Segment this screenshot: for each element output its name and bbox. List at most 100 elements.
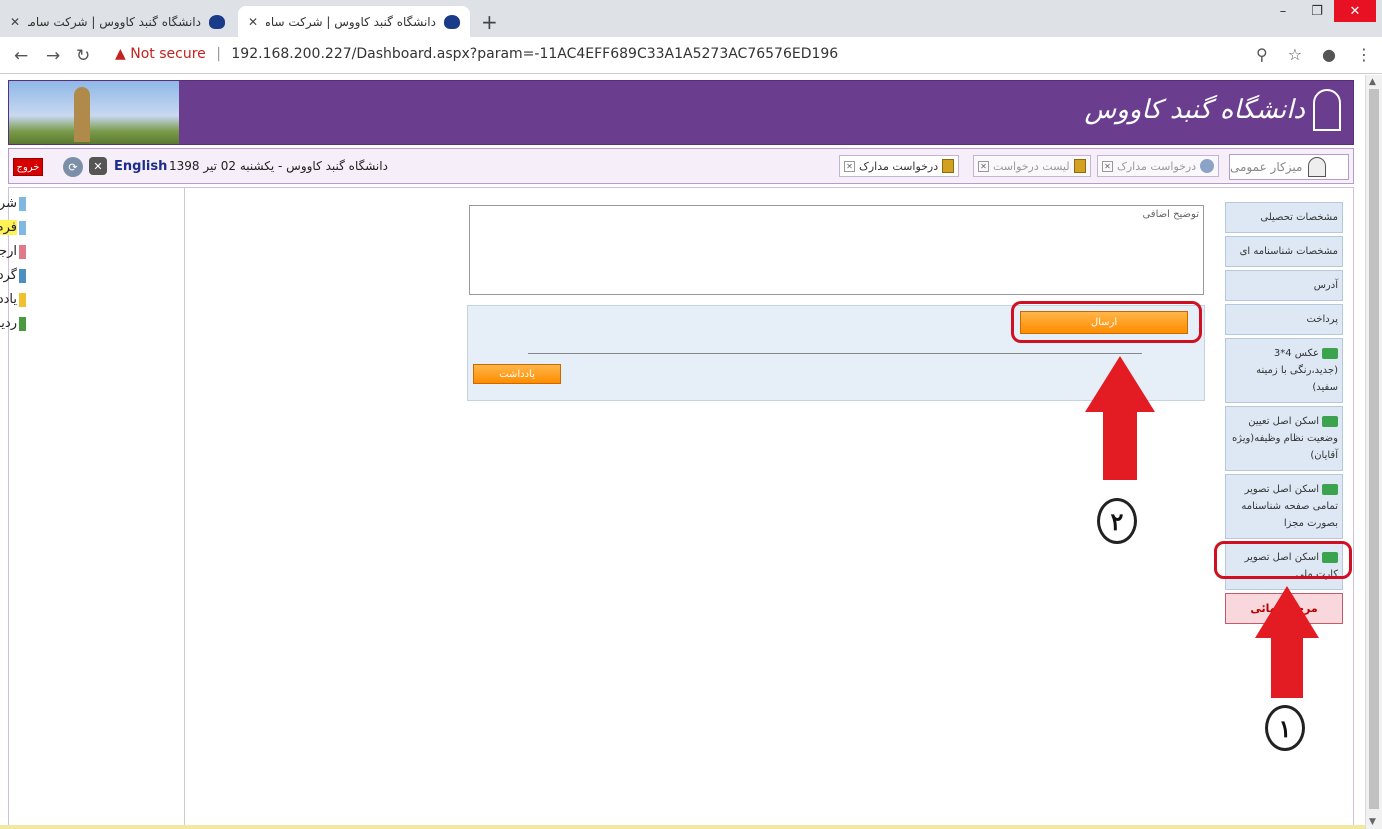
address-bar: ← → ↻ ▲ Not secure | 192.168.200.227/Das… xyxy=(0,37,1382,74)
left-item-notes[interactable]: یادداشت xyxy=(0,292,26,307)
tab-title: دانشگاه گنبد کاووس | شرکت سامان xyxy=(266,14,436,29)
arrow-up-icon xyxy=(1085,356,1155,480)
note-icon xyxy=(19,292,26,307)
profile-icon[interactable]: ● xyxy=(1322,45,1336,64)
highlight-ring-send xyxy=(1011,301,1202,343)
favicon-icon xyxy=(209,14,225,29)
not-secure-label: Not secure xyxy=(130,46,206,62)
left-item-letter-description[interactable]: شرح نامه xyxy=(0,196,26,211)
menu-item-military-scan[interactable]: اسکن اصل تعیین وضعیت نظام وظیفه(ویژه آقا… xyxy=(1225,406,1343,471)
document-icon xyxy=(1073,159,1086,173)
date-text: دانشگاه گنبد کاووس - یکشنبه 02 تیر 1398 xyxy=(169,159,388,173)
scroll-down-icon[interactable]: ▼ xyxy=(1369,817,1376,827)
home-emblem-icon xyxy=(1308,157,1327,177)
left-item-workflow[interactable]: گردش کار xyxy=(0,268,26,283)
app-toolbar: خروج ⟳ ✕ English دانشگاه گنبد کاووس - یک… xyxy=(8,148,1354,184)
referral-icon xyxy=(19,244,26,259)
description-textarea[interactable]: توضیح اضافی xyxy=(469,205,1204,295)
menu-dots-icon[interactable]: ⋮ xyxy=(1356,45,1372,64)
step-number-badge: ۱ xyxy=(1265,705,1305,751)
restore-icon[interactable]: ❐ xyxy=(1300,0,1334,22)
left-item-label: شرح نامه xyxy=(0,196,17,211)
status-strip xyxy=(0,825,1365,829)
browser-tab[interactable]: دانشگاه گنبد کاووس | شرکت سامان ✕ xyxy=(0,6,235,37)
url-text: 192.168.200.227/Dashboard.aspx?param=-11… xyxy=(231,46,839,62)
step-number-badge: ۲ xyxy=(1097,498,1137,544)
divider xyxy=(528,353,1142,354)
menu-item-label: مشخصات شناسنامه ای xyxy=(1239,246,1338,257)
logo-text: دانشگاه گنبد کاووس xyxy=(1084,95,1305,125)
left-item-label: گردش کار xyxy=(0,268,17,283)
left-item-attached-form[interactable]: فرم الصاقي xyxy=(0,220,26,235)
menu-item-photo[interactable]: عکس 4*3 (جدید،رنگی با زمینه سفید) xyxy=(1225,338,1343,403)
exit-button[interactable]: خروج xyxy=(13,158,43,176)
menu-item-identity[interactable]: مشخصات شناسنامه ای xyxy=(1225,236,1343,267)
browser-actions: ⚲ ☆ ● ⋮ xyxy=(1256,45,1372,64)
letter-icon xyxy=(19,196,26,211)
tab-home-desk[interactable]: میزکار عمومی xyxy=(1229,154,1349,180)
content-frame: شرح نامه فرم الصاقي ارجاع ها گردش کار یا… xyxy=(0,187,1354,829)
tab-label: درخواست مدارک xyxy=(859,159,939,173)
window-close-icon[interactable]: ✕ xyxy=(1334,0,1376,22)
menu-item-birth-cert-scan[interactable]: اسکن اصل تصویر تمامی صفحه شناسنامه بصورت… xyxy=(1225,474,1343,539)
tab-label: لیست درخواست xyxy=(993,159,1070,173)
new-tab-button[interactable]: + xyxy=(481,10,498,34)
reload-icon[interactable]: ↻ xyxy=(76,46,90,66)
menu-item-address[interactable]: آدرس xyxy=(1225,270,1343,301)
tab-request-documents[interactable]: درخواست مدارک ✕ xyxy=(1097,155,1220,177)
left-item-label: ارجاع ها xyxy=(0,244,17,259)
close-icon[interactable]: ✕ xyxy=(978,160,989,172)
left-item-referrals[interactable]: ارجاع ها xyxy=(0,244,26,259)
url-field[interactable]: ▲ Not secure | 192.168.200.227/Dashboard… xyxy=(115,46,838,62)
tower-image xyxy=(74,87,90,142)
document-icon xyxy=(942,159,955,173)
close-all-icon[interactable]: ✕ xyxy=(89,157,107,175)
close-icon[interactable]: ✕ xyxy=(1102,160,1113,172)
warning-icon: ▲ xyxy=(115,46,126,62)
note-button[interactable]: یادداشت xyxy=(473,364,561,384)
workflow-icon xyxy=(19,268,26,283)
scroll-up-icon[interactable]: ▲ xyxy=(1369,77,1376,87)
forward-icon[interactable]: → xyxy=(46,46,60,66)
arrow-up-icon xyxy=(1255,586,1319,698)
form-icon xyxy=(19,220,26,235)
menu-item-label: پرداخت xyxy=(1306,314,1338,325)
tracking-icon xyxy=(19,316,26,331)
left-item-tracking[interactable]: ردیابی xyxy=(0,316,26,331)
tab-label: درخواست مدارک xyxy=(1117,159,1197,173)
minimize-icon[interactable]: – xyxy=(1266,0,1300,22)
menu-item-label: آدرس xyxy=(1313,280,1338,291)
back-icon[interactable]: ← xyxy=(14,46,28,66)
request-icon xyxy=(1200,159,1215,173)
left-item-label: ردیابی xyxy=(0,316,17,331)
emblem-icon xyxy=(1313,89,1341,131)
browser-tab-active[interactable]: دانشگاه گنبد کاووس | شرکت سامان ✕ xyxy=(238,6,470,37)
tab-request-list[interactable]: لیست درخواست ✕ xyxy=(973,155,1091,177)
refresh-icon[interactable]: ⟳ xyxy=(63,157,83,177)
close-tab-icon[interactable]: ✕ xyxy=(10,15,20,29)
browser-tab-strip: دانشگاه گنبد کاووس | شرکت سامان ✕ دانشگا… xyxy=(0,0,1382,37)
zoom-icon[interactable]: ⚲ xyxy=(1256,45,1268,64)
close-tab-icon[interactable]: ✕ xyxy=(248,15,258,29)
english-link[interactable]: English xyxy=(114,159,167,174)
left-item-label: فرم الصاقي xyxy=(0,220,17,235)
highlight-ring-final-step xyxy=(1214,541,1352,579)
university-logo: دانشگاه گنبد کاووس xyxy=(1084,89,1341,131)
menu-item-payment[interactable]: پرداخت xyxy=(1225,304,1343,335)
scroll-thumb[interactable] xyxy=(1369,89,1379,809)
left-panel: شرح نامه فرم الصاقي ارجاع ها گردش کار یا… xyxy=(0,188,185,828)
bookmark-star-icon[interactable]: ☆ xyxy=(1288,45,1302,64)
banner-photo xyxy=(9,81,179,144)
printer-icon xyxy=(1322,483,1338,495)
vertical-scrollbar[interactable]: ▲ ▼ xyxy=(1365,75,1382,829)
menu-item-education[interactable]: مشخصات تحصیلی xyxy=(1225,202,1343,233)
menu-item-label: مشخصات تحصیلی xyxy=(1260,212,1338,223)
favicon-icon xyxy=(444,14,460,29)
tab-request-documents-active[interactable]: درخواست مدارک ✕ xyxy=(839,155,960,177)
printer-icon xyxy=(1322,415,1338,427)
close-icon[interactable]: ✕ xyxy=(844,160,855,172)
page-viewport: دانشگاه گنبد کاووس خروج ⟳ ✕ English دانش… xyxy=(0,75,1382,829)
tab-label: میزکار عمومی xyxy=(1230,160,1303,174)
tab-title: دانشگاه گنبد کاووس | شرکت سامان xyxy=(28,14,201,29)
window-controls: – ❐ ✕ xyxy=(1266,0,1376,22)
